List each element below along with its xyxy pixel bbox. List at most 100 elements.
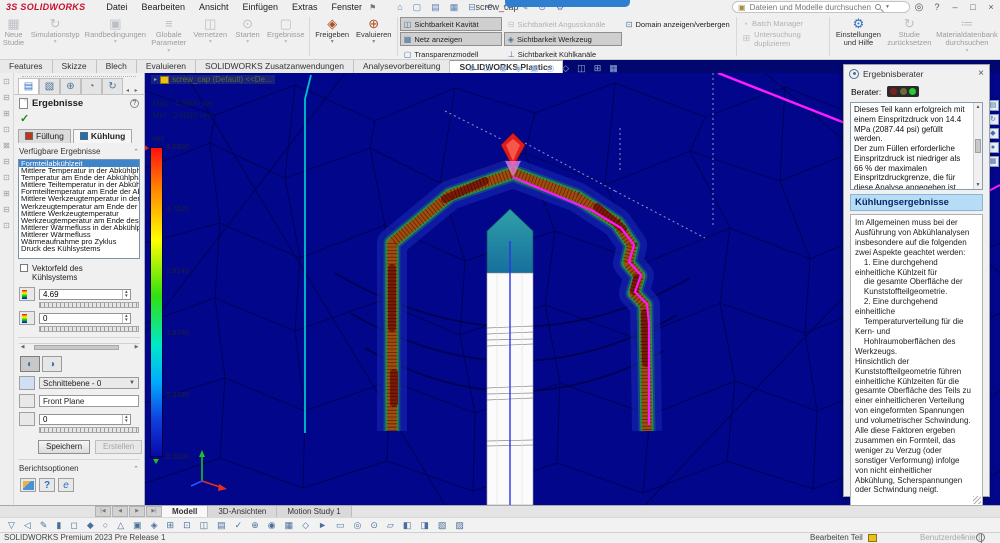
sketch-tool-icon[interactable]: ⊡	[183, 520, 191, 531]
view-tool-icon[interactable]: ⊡	[484, 63, 492, 74]
tab-3d-ansichten[interactable]: 3D-Ansichten	[208, 506, 277, 517]
tab-motion-study[interactable]: Motion Study 1	[277, 506, 351, 517]
tab-features[interactable]: Features	[0, 60, 53, 73]
close-button[interactable]: ×	[982, 2, 1000, 12]
results-button[interactable]: ▢ Ergebnisse▾	[265, 14, 307, 59]
quick-access-icon[interactable]: ⌂	[392, 2, 407, 12]
sketch-tool-icon[interactable]: ◈	[151, 520, 158, 531]
max-value-field[interactable]: ▲▼	[39, 289, 131, 300]
view-tool-icon[interactable]: ⊕	[468, 63, 476, 74]
prev-tab-button[interactable]: ◀	[112, 506, 128, 517]
tab-kuehlung[interactable]: Kühlung	[73, 129, 132, 143]
toggle-cavity-visibility[interactable]: ◫ Sichtbarkeit Kavität	[400, 17, 502, 31]
max-scale-icon[interactable]	[19, 287, 35, 301]
view-tool-icon[interactable]: ◉	[499, 63, 507, 74]
report-help-icon[interactable]: ?	[39, 478, 55, 492]
user-account-icon[interactable]: ◎	[910, 2, 928, 13]
sketch-tool-icon[interactable]: ◨	[420, 520, 429, 531]
sketch-tool-icon[interactable]: ▣	[133, 520, 142, 531]
pin-icon[interactable]: ⚑	[369, 3, 376, 12]
toggle-cooling-channels[interactable]: ⊥ Sichtbarkeit Kühlkanäle	[504, 47, 622, 61]
viewport-tree-label[interactable]: ▸ screw_cap (Default) <<De...	[151, 75, 275, 84]
expand-arrow-icon[interactable]: ▸	[154, 76, 157, 83]
sketch-tool-icon[interactable]: ◻	[70, 520, 77, 531]
tab-analysevorbereitung[interactable]: Analysevorbereitung	[354, 60, 451, 73]
min-slider[interactable]	[39, 326, 139, 332]
sketch-tool-icon[interactable]: ►	[318, 520, 327, 530]
global-parameters-button[interactable]: ≡ Globale Parameter▾	[148, 14, 190, 59]
last-tab-button[interactable]: ▶|	[146, 506, 162, 517]
tab-evaluieren[interactable]: Evaluieren	[137, 60, 196, 73]
sketch-tool-icon[interactable]: ◫	[200, 520, 209, 531]
first-tab-button[interactable]: |◀	[95, 506, 111, 517]
advisor-body-box[interactable]: Im Allgemeinen muss bei der Ausführung v…	[850, 214, 983, 506]
create-button[interactable]: Erstellen	[95, 440, 142, 454]
collapse-chevron-icon[interactable]: ⌃	[133, 465, 139, 473]
quick-access-icon[interactable]: ▢	[408, 2, 427, 12]
max-value-input[interactable]	[40, 290, 122, 299]
sketch-tool-icon[interactable]: ⊕	[251, 520, 259, 531]
legend-max-marker[interactable]	[145, 144, 149, 152]
sketch-tool-icon[interactable]: ◁	[24, 520, 31, 531]
side-tool-icon[interactable]: ⊠	[3, 141, 10, 150]
panel-help-icon[interactable]: ?	[130, 99, 139, 108]
sketch-tool-icon[interactable]: ○	[103, 520, 108, 530]
toggle-transparent-model[interactable]: ▢ Transparenzmodell	[400, 47, 502, 61]
minimize-button[interactable]: –	[946, 2, 964, 12]
view-tool-icon[interactable]: ▣	[530, 63, 539, 74]
tab-configuration-icon[interactable]: ⊕	[60, 78, 81, 94]
advisor-summary-box[interactable]: Dieses Teil kann erfolgreich mit einem E…	[850, 102, 983, 190]
side-tool-icon[interactable]: ⊟	[3, 205, 10, 214]
sketch-tool-icon[interactable]: ◧	[403, 520, 412, 531]
release-button[interactable]: ◈ Freigeben▾	[312, 14, 353, 59]
batch-manager-button[interactable]: ◔ Batch Manager	[739, 17, 828, 30]
sketch-tool-icon[interactable]: ✎	[40, 520, 48, 531]
restore-button[interactable]: □	[964, 2, 982, 12]
side-tool-icon[interactable]: ⊡	[3, 173, 10, 182]
run-button[interactable]: ⊙ Starten▾	[231, 14, 265, 59]
min-value-input[interactable]	[40, 314, 122, 323]
side-tool-icon[interactable]: ⊡	[3, 125, 10, 134]
resize-grip[interactable]	[973, 496, 981, 504]
reset-study-button[interactable]: ↻ Studie zurücksetzen	[885, 14, 934, 59]
side-tool-icon[interactable]: ⊡	[3, 77, 10, 86]
sketch-tool-icon[interactable]: ▽	[8, 520, 15, 531]
min-value-field[interactable]: ▲▼	[39, 313, 131, 324]
search-input[interactable]: ▣ Dateien und Modelle durchsuchen ▼	[732, 1, 910, 13]
section-flip-button[interactable]: ◐	[20, 356, 40, 372]
report-chart-icon[interactable]	[20, 478, 36, 492]
legend-min-marker[interactable]	[153, 459, 159, 464]
menu-datei[interactable]: Datei	[99, 2, 134, 12]
min-scale-icon[interactable]	[19, 311, 35, 325]
toggle-mold-visibility[interactable]: ◈ Sichtbarkeit Werkzeug	[504, 32, 622, 46]
advisor-close-icon[interactable]: ×	[978, 68, 984, 79]
status-custom-label[interactable]: Benutzerdefiniert	[920, 533, 980, 542]
menu-fenster[interactable]: Fenster	[325, 2, 370, 12]
quick-access-icon[interactable]: ↶	[481, 2, 499, 12]
toggle-domain-visibility[interactable]: ⊡ Domain anzeigen/verbergen	[622, 17, 734, 31]
ok-check-icon[interactable]: ✓	[14, 112, 144, 127]
sketch-tool-icon[interactable]: ◆	[87, 520, 94, 531]
tab-displaymanager-icon[interactable]: ↻	[102, 78, 123, 94]
material-database-button[interactable]: ≔ Materialdatenbank durchsuchen▾	[934, 14, 1000, 59]
offset-input[interactable]	[40, 415, 122, 424]
tab-fuellung[interactable]: Füllung	[18, 129, 71, 143]
quick-access-icon[interactable]: ▤	[426, 2, 445, 12]
simulation-type-button[interactable]: ↻ Simulationstyp▾	[27, 14, 83, 59]
duplicate-study-button[interactable]: ⊞ Untersuchung duplizieren	[739, 32, 828, 45]
tab-modell[interactable]: Modell	[162, 506, 208, 517]
sketch-tool-icon[interactable]: ▭	[336, 520, 345, 531]
tab-skizze[interactable]: Skizze	[53, 60, 97, 73]
sketch-tool-icon[interactable]: ▦	[285, 520, 294, 531]
boundary-conditions-button[interactable]: ▣ Randbedingungen▾	[83, 14, 147, 59]
sketch-tool-icon[interactable]: ▮	[56, 520, 61, 531]
new-study-button[interactable]: ▦ Neue Studie	[0, 14, 27, 59]
side-tool-icon[interactable]: ⊞	[3, 189, 10, 198]
sketch-tool-icon[interactable]: ⊞	[167, 520, 175, 531]
tab-propertymanager-icon[interactable]: ▧	[39, 78, 60, 94]
view-tool-icon[interactable]: ◫	[577, 63, 586, 74]
sketch-tool-icon[interactable]: ▨	[455, 520, 464, 531]
summary-scrollbar[interactable]: ▲▼	[973, 103, 982, 189]
tab-blech[interactable]: Blech	[97, 60, 137, 73]
section-cap-button[interactable]: ◑	[42, 356, 62, 372]
